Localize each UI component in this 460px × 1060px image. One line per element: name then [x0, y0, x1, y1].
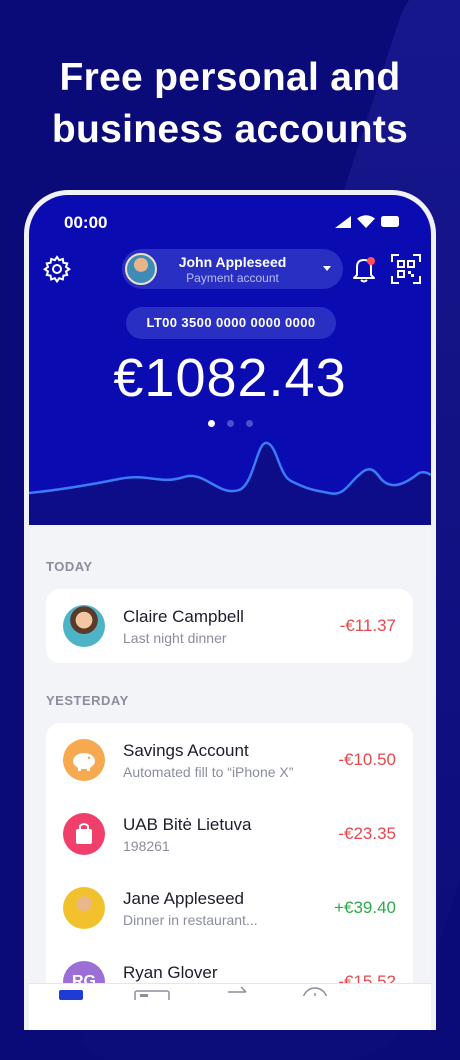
headline-line-2: business accounts: [51, 108, 409, 151]
account-header: 00:00 John Appleseed Payment account LT0…: [29, 195, 431, 525]
piggy-bank-icon: [63, 739, 105, 781]
yesterday-transactions-card: Savings Account Automated fill to “iPhon…: [46, 723, 413, 1023]
page-indicator: [29, 420, 431, 427]
account-type: Payment account: [186, 271, 279, 285]
transaction-row[interactable]: UAB Bitė Lietuva 198261 -€23.35: [46, 797, 413, 871]
section-label-yesterday: YESTERDAY: [46, 693, 129, 708]
account-holder-name: John Appleseed: [178, 254, 287, 270]
balance-sparkline: [29, 441, 431, 525]
transaction-name: UAB Bitė Lietuva: [123, 815, 252, 834]
promo-headline: Free personal and business accounts: [0, 52, 460, 156]
signal-icon: [335, 215, 351, 228]
tab-cards-icon[interactable]: [134, 990, 170, 1000]
qr-scan-icon[interactable]: [391, 254, 421, 284]
page-dot-active[interactable]: [207, 420, 215, 427]
transaction-amount: -€23.35: [338, 824, 396, 843]
today-transactions-card: Claire Campbell Last night dinner -€11.3…: [46, 589, 413, 663]
iban-number[interactable]: LT00 3500 0000 0000 0000: [126, 307, 336, 339]
transaction-description: Dinner in restaurant...: [123, 912, 258, 928]
transaction-row[interactable]: Savings Account Automated fill to “iPhon…: [46, 723, 413, 797]
transaction-description: Last night dinner: [123, 630, 227, 646]
chevron-down-icon: [323, 266, 331, 271]
bottom-tab-bar: [29, 983, 431, 1030]
page-dot[interactable]: [226, 420, 234, 427]
status-time: 00:00: [64, 213, 108, 232]
transaction-name: Savings Account: [123, 741, 249, 760]
battery-icon: [381, 216, 399, 227]
transaction-row[interactable]: Jane Appleseed Dinner in restaurant... +…: [46, 871, 413, 945]
shopping-bag-icon: [63, 813, 105, 855]
transaction-row[interactable]: Claire Campbell Last night dinner -€11.3…: [46, 589, 413, 663]
transaction-name: Ryan Glover: [123, 963, 218, 982]
transaction-description: Automated fill to “iPhone X”: [123, 764, 294, 780]
account-switcher[interactable]: John Appleseed Payment account: [122, 249, 343, 289]
transaction-amount: -€11.37: [339, 616, 396, 635]
transaction-name: Claire Campbell: [123, 607, 244, 626]
settings-gear-icon[interactable]: [43, 255, 71, 283]
headline-line-1: Free personal and: [59, 56, 401, 99]
notifications-bell-icon[interactable]: [351, 255, 377, 283]
contact-avatar: [63, 605, 105, 647]
account-balance: €1082.43: [113, 348, 347, 408]
transaction-name: Jane Appleseed: [123, 889, 244, 908]
transaction-description: 198261: [123, 838, 170, 854]
transaction-amount: -€10.50: [338, 750, 396, 769]
transaction-amount: +€39.40: [334, 898, 396, 917]
section-label-today: TODAY: [46, 559, 93, 574]
contact-avatar: [63, 887, 105, 929]
phone-frame: 00:00 John Appleseed Payment account LT0…: [24, 190, 436, 1030]
wifi-icon: [357, 215, 375, 228]
tab-accounts-icon[interactable]: [59, 990, 83, 1000]
status-icons: [335, 215, 399, 228]
page-dot[interactable]: [245, 420, 253, 427]
